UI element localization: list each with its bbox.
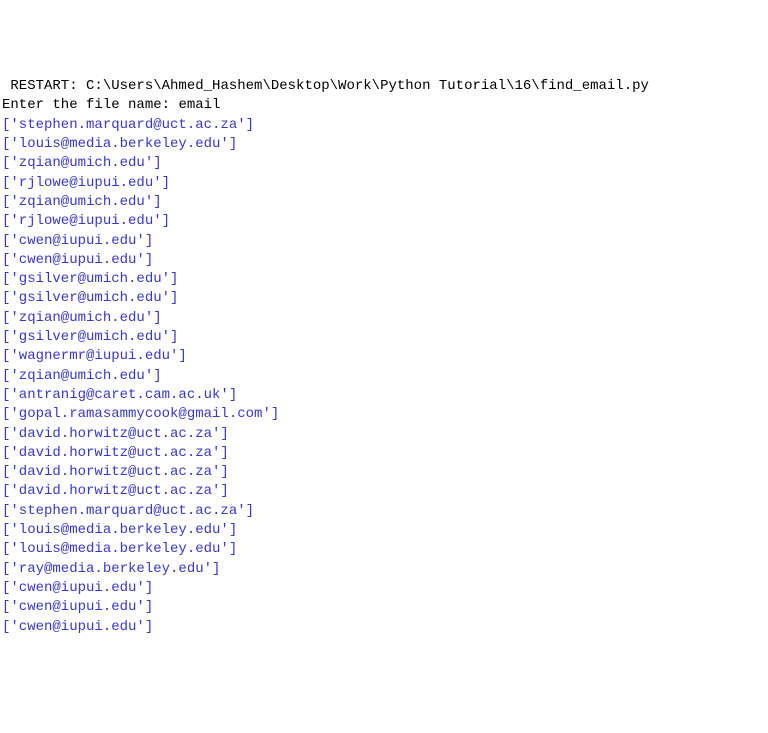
user-input: email — [178, 97, 220, 113]
output-line: ['david.horwitz@uct.ac.za'] — [2, 482, 768, 501]
output-line: ['david.horwitz@uct.ac.za'] — [2, 425, 768, 444]
prompt-text: Enter the file name: — [2, 97, 178, 113]
output-line: ['gsilver@umich.edu'] — [2, 270, 768, 289]
restart-label: RESTART: — [2, 78, 86, 94]
output-line: ['rjlowe@iupui.edu'] — [2, 212, 768, 231]
output-line: ['zqian@umich.edu'] — [2, 193, 768, 212]
output-line: ['louis@media.berkeley.edu'] — [2, 521, 768, 540]
output-line: ['ray@media.berkeley.edu'] — [2, 560, 768, 579]
output-line: ['gsilver@umich.edu'] — [2, 289, 768, 308]
output-line: ['louis@media.berkeley.edu'] — [2, 135, 768, 154]
prompt-line: Enter the file name: email — [2, 96, 768, 115]
output-line: ['zqian@umich.edu'] — [2, 309, 768, 328]
output-line: ['stephen.marquard@uct.ac.za'] — [2, 116, 768, 135]
output-line: ['zqian@umich.edu'] — [2, 367, 768, 386]
output-line: ['wagnermr@iupui.edu'] — [2, 347, 768, 366]
output-line: ['gopal.ramasammycook@gmail.com'] — [2, 405, 768, 424]
output-line: ['david.horwitz@uct.ac.za'] — [2, 444, 768, 463]
output-line: ['stephen.marquard@uct.ac.za'] — [2, 502, 768, 521]
output-container: ['stephen.marquard@uct.ac.za']['louis@me… — [2, 116, 768, 637]
output-line: ['gsilver@umich.edu'] — [2, 328, 768, 347]
output-line: ['antranig@caret.cam.ac.uk'] — [2, 386, 768, 405]
output-line: ['cwen@iupui.edu'] — [2, 579, 768, 598]
restart-line: RESTART: C:\Users\Ahmed_Hashem\Desktop\W… — [2, 77, 768, 96]
output-line: ['david.horwitz@uct.ac.za'] — [2, 463, 768, 482]
output-line: ['louis@media.berkeley.edu'] — [2, 540, 768, 559]
output-line: ['rjlowe@iupui.edu'] — [2, 174, 768, 193]
output-line: ['cwen@iupui.edu'] — [2, 232, 768, 251]
restart-path: C:\Users\Ahmed_Hashem\Desktop\Work\Pytho… — [86, 78, 649, 94]
output-line: ['zqian@umich.edu'] — [2, 154, 768, 173]
output-line: ['cwen@iupui.edu'] — [2, 251, 768, 270]
output-line: ['cwen@iupui.edu'] — [2, 598, 768, 617]
output-line: ['cwen@iupui.edu'] — [2, 618, 768, 637]
